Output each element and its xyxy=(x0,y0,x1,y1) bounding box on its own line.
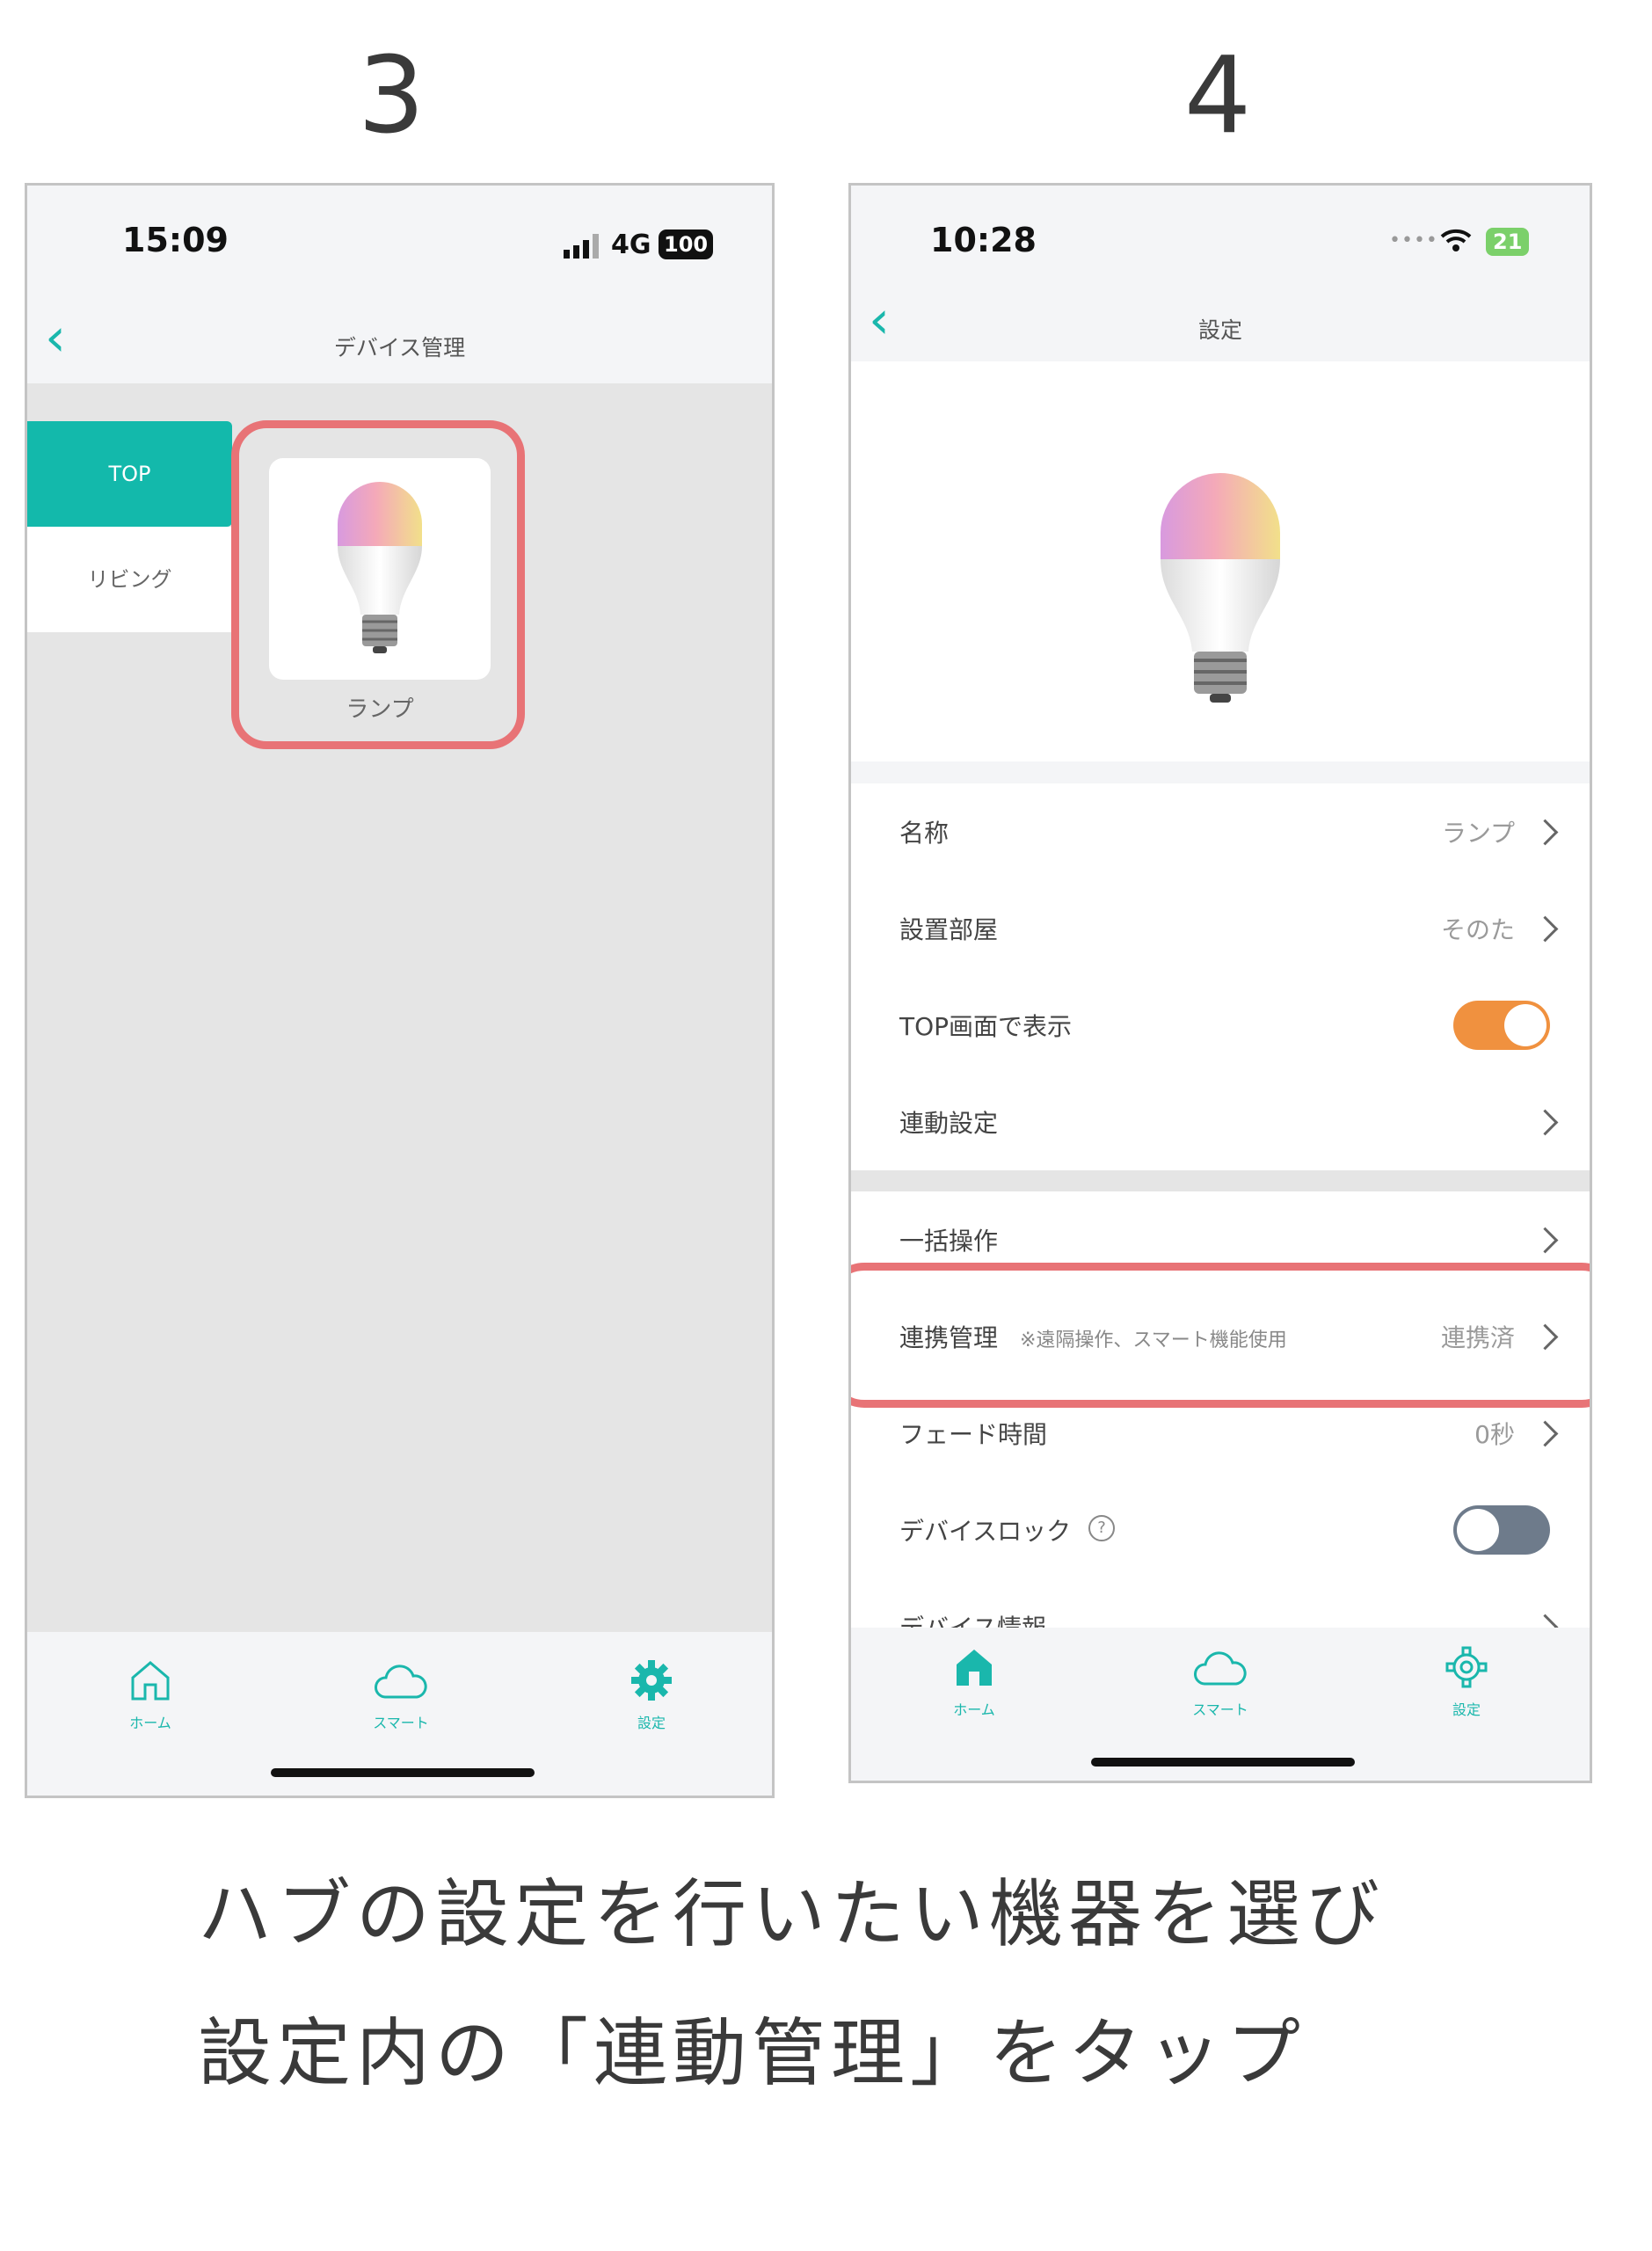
highlight-box xyxy=(851,1263,1590,1408)
row-label: 一括操作 xyxy=(899,1227,999,1256)
device-lock-toggle[interactable] xyxy=(1453,1505,1550,1555)
help-icon[interactable]: ? xyxy=(1088,1515,1115,1541)
chevron-right-icon xyxy=(1532,915,1559,943)
row-label: デバイスロック xyxy=(899,1517,1072,1546)
tab-label: スマート xyxy=(1192,1701,1248,1718)
tab-home[interactable]: ホーム xyxy=(80,1658,221,1732)
caption-line-2: 設定内の「連動管理」をタップ xyxy=(198,2010,1306,2096)
row-show-on-top: TOP画面で表示 xyxy=(851,977,1590,1075)
battery-level: 100 xyxy=(664,232,709,257)
tab-label: 設定 xyxy=(1452,1701,1481,1718)
row-device-lock: デバイスロック ? xyxy=(851,1482,1590,1580)
navigation-bar: ‹ デバイス管理 xyxy=(27,300,772,388)
tab-label: ホーム xyxy=(129,1715,171,1731)
help-label: ? xyxy=(1097,1519,1106,1537)
left-phone-screen: 15:09 4G 100 ‹ デバイス管理 TOP リビング ランプ ホーム ス… xyxy=(25,183,775,1798)
sidebar-item-label: TOP xyxy=(108,462,151,486)
tab-label: ホーム xyxy=(953,1701,995,1718)
row-label: TOP画面で表示 xyxy=(899,1012,1073,1041)
row-value: ランプ xyxy=(1441,819,1515,848)
toggle-knob xyxy=(1504,1004,1546,1046)
row-label: 連動設定 xyxy=(899,1109,999,1138)
tab-smart[interactable]: スマート xyxy=(331,1658,471,1732)
status-time: 10:28 xyxy=(930,221,1037,259)
tab-smart[interactable]: スマート xyxy=(1150,1645,1291,1719)
row-label: 設置部屋 xyxy=(899,915,999,944)
content-area: TOP リビング ランプ xyxy=(27,383,772,1632)
home-icon xyxy=(957,1650,992,1686)
chevron-right-icon xyxy=(1532,819,1559,846)
network-type: 4G xyxy=(611,229,651,260)
group-separator xyxy=(851,1170,1590,1191)
step-number-3: 3 xyxy=(357,35,426,157)
highlight-box xyxy=(231,420,525,749)
tab-bar: ホーム スマート 設定 xyxy=(851,1628,1590,1781)
caption-line-1: ハブの設定を行いたい機器を選び xyxy=(198,1871,1386,1957)
gear-icon xyxy=(631,1660,672,1701)
chevron-right-icon xyxy=(1532,1420,1559,1447)
row-value: 0秒 xyxy=(1474,1420,1515,1449)
tab-settings[interactable]: 設定 xyxy=(581,1658,722,1732)
row-linked-settings[interactable]: 連動設定 xyxy=(851,1074,1590,1172)
battery-level: 21 xyxy=(1493,229,1523,254)
cloud-icon xyxy=(375,1665,427,1699)
signal-icon xyxy=(564,234,599,259)
cloud-icon xyxy=(1194,1651,1247,1686)
gear-icon xyxy=(1445,1646,1488,1688)
sidebar-item-living[interactable]: リビング xyxy=(27,527,232,632)
page-title: デバイス管理 xyxy=(333,335,466,361)
sidebar-item-top[interactable]: TOP xyxy=(27,421,232,527)
row-value: そのた xyxy=(1440,915,1515,944)
tab-home[interactable]: ホーム xyxy=(904,1645,1044,1719)
status-time: 15:09 xyxy=(122,221,229,259)
row-label: フェード時間 xyxy=(899,1420,1048,1449)
battery-icon: 100 xyxy=(659,229,714,259)
page-title: 設定 xyxy=(1197,317,1242,343)
step-number-4: 4 xyxy=(1183,35,1252,157)
light-bulb-icon xyxy=(1161,473,1280,703)
home-indicator xyxy=(271,1768,535,1777)
sidebar-item-label: リビング xyxy=(87,567,172,592)
tab-label: スマート xyxy=(373,1715,429,1731)
wifi-icon xyxy=(1440,229,1472,251)
navigation-bar: ‹ 設定 xyxy=(851,273,1590,361)
chevron-right-icon xyxy=(1532,1227,1559,1254)
toggle-knob xyxy=(1457,1509,1499,1551)
show-on-top-toggle[interactable] xyxy=(1453,1001,1550,1050)
row-name[interactable]: 名称 ランプ xyxy=(851,783,1590,882)
tab-settings[interactable]: 設定 xyxy=(1396,1645,1537,1719)
signal-dots-icon: •••• xyxy=(1389,229,1438,251)
status-bar: 15:09 4G 100 xyxy=(27,186,772,291)
home-indicator xyxy=(1091,1758,1355,1767)
chevron-right-icon xyxy=(1532,1109,1559,1136)
row-label: 名称 xyxy=(899,819,950,848)
battery-icon: 21 xyxy=(1486,228,1530,256)
device-image-panel xyxy=(851,361,1590,761)
tab-bar: ホーム スマート 設定 xyxy=(27,1636,772,1796)
tab-label: 設定 xyxy=(637,1715,666,1731)
home-icon xyxy=(131,1661,170,1701)
row-room[interactable]: 設置部屋 そのた xyxy=(851,880,1590,979)
sidebar: TOP リビング xyxy=(27,421,232,632)
right-phone-screen: 10:28 •••• 21 ‹ 設定 名称 ランプ 設置部屋 そのた TOP画面… xyxy=(848,183,1592,1783)
